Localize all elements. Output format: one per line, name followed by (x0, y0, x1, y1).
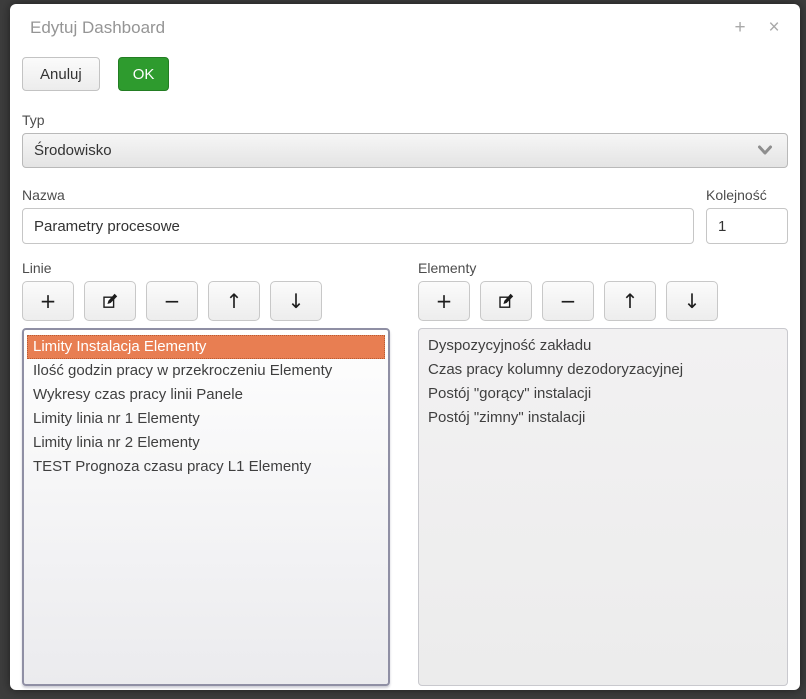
chevron-down-icon (757, 145, 773, 156)
linie-move-down-button[interactable]: ↓ (270, 281, 322, 321)
list-item[interactable]: Dyspozycyjność zakładu (422, 334, 784, 358)
list-item[interactable]: Limity linia nr 2 Elementy (27, 431, 385, 455)
list-item[interactable]: Ilość godzin pracy w przekroczeniu Eleme… (27, 359, 385, 383)
list-item[interactable]: Czas pracy kolumny dezodoryzacyjnej (422, 358, 784, 382)
linie-edit-button[interactable] (84, 281, 136, 321)
edit-pencil-icon (498, 293, 514, 309)
name-label: Nazwa (22, 187, 694, 203)
elementy-move-down-button[interactable]: ↓ (666, 281, 718, 321)
linie-toolbar: + − ↑ ↓ (22, 281, 390, 321)
elementy-move-up-button[interactable]: ↑ (604, 281, 656, 321)
arrow-down-icon: ↓ (684, 289, 701, 313)
plus-icon: + (436, 289, 453, 313)
name-order-row: Nazwa Kolejność (22, 187, 788, 244)
dialog-titlebar: Edytuj Dashboard + × (22, 14, 788, 42)
order-label: Kolejność (706, 187, 788, 203)
linie-add-button[interactable]: + (22, 281, 74, 321)
type-field-block: Typ Środowisko (22, 112, 788, 168)
type-label: Typ (22, 112, 788, 128)
order-field-block: Kolejność (706, 187, 788, 244)
cancel-button[interactable]: Anuluj (22, 57, 100, 91)
list-item[interactable]: TEST Prognoza czasu pracy L1 Elementy (27, 455, 385, 479)
arrow-down-icon: ↓ (288, 289, 305, 313)
ok-button[interactable]: OK (118, 57, 170, 91)
name-input[interactable] (22, 208, 694, 244)
arrow-up-icon: ↑ (622, 289, 639, 313)
list-item[interactable]: Postój "gorący" instalacji (422, 382, 784, 406)
lists-section: Linie + − ↑ ↓ Limity Instalacja Elementy (22, 260, 788, 686)
maximize-icon[interactable]: + (730, 18, 750, 38)
linie-label: Linie (22, 260, 390, 276)
close-icon[interactable]: × (764, 18, 784, 38)
list-item[interactable]: Postój "zimny" instalacji (422, 406, 784, 430)
minus-icon: − (560, 289, 577, 313)
plus-icon: + (40, 289, 57, 313)
list-item[interactable]: Wykresy czas pracy linii Panele (27, 383, 385, 407)
type-select-value: Środowisko (34, 142, 757, 159)
dialog-actions: Anuluj OK (22, 57, 788, 91)
elementy-add-button[interactable]: + (418, 281, 470, 321)
linie-remove-button[interactable]: − (146, 281, 198, 321)
order-input[interactable] (706, 208, 788, 244)
type-select[interactable]: Środowisko (22, 133, 788, 168)
elementy-edit-button[interactable] (480, 281, 532, 321)
edit-dashboard-dialog: Edytuj Dashboard + × Anuluj OK Typ Środo… (10, 4, 800, 690)
linie-column: Linie + − ↑ ↓ Limity Instalacja Elementy (22, 260, 390, 686)
minus-icon: − (164, 289, 181, 313)
edit-pencil-icon (102, 293, 118, 309)
linie-listbox[interactable]: Limity Instalacja Elementy Ilość godzin … (22, 328, 390, 686)
arrow-up-icon: ↑ (226, 289, 243, 313)
name-field-block: Nazwa (22, 187, 694, 244)
list-item[interactable]: Limity linia nr 1 Elementy (27, 407, 385, 431)
elementy-label: Elementy (418, 260, 788, 276)
list-item[interactable]: Limity Instalacja Elementy (27, 335, 385, 359)
linie-move-up-button[interactable]: ↑ (208, 281, 260, 321)
elementy-toolbar: + − ↑ ↓ (418, 281, 788, 321)
dialog-title: Edytuj Dashboard (30, 18, 730, 38)
elementy-remove-button[interactable]: − (542, 281, 594, 321)
elementy-listbox[interactable]: Dyspozycyjność zakładu Czas pracy kolumn… (418, 328, 788, 686)
elementy-column: Elementy + − ↑ ↓ Dyspozycyjność zakładu (418, 260, 788, 686)
window-controls: + × (730, 18, 784, 38)
